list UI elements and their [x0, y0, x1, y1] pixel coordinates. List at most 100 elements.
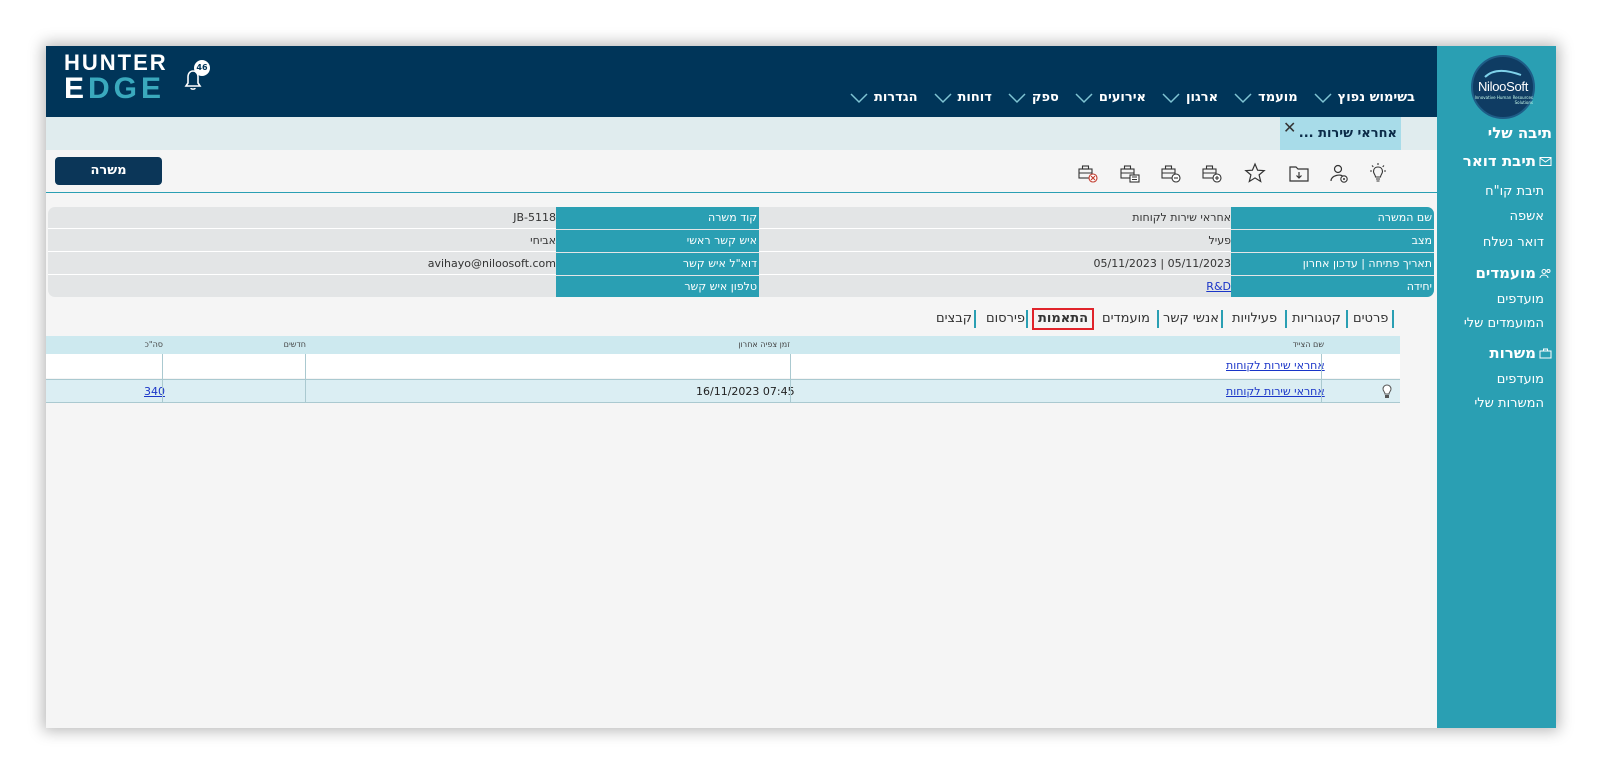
table-row: אחראי שירות לקוחות [46, 354, 1400, 378]
app-window: HUNTER EDGE 46 בשימוש נפוץ מועמד ארגון א… [46, 46, 1556, 728]
right-sidebar: NilooSoft Innovative Human Resources Sol… [1437, 46, 1556, 728]
sidebar-mailbox-header[interactable]: תיבת דואר [1463, 152, 1556, 170]
open-tab-label: אחראי שירות ... [1298, 126, 1397, 141]
last-view-cell: 16/11/2023 07:45 [696, 385, 795, 398]
envelope-icon [1539, 156, 1552, 166]
nav-candidate[interactable]: מועמד [1226, 90, 1306, 105]
folder-download-icon[interactable] [1288, 162, 1310, 184]
column-divider [790, 354, 791, 402]
sidebar-item-cv-inbox[interactable]: תיבת קו"ח [1485, 184, 1544, 199]
column-divider [162, 354, 163, 402]
star-icon[interactable] [1244, 162, 1266, 184]
tab-files[interactable]: קבצים [936, 308, 972, 330]
main-nav: בשימוש נפוץ מועמד ארגון אירועים ספק דוחו… [842, 90, 1423, 105]
col-agent-name[interactable]: שם הצייד [1293, 336, 1324, 354]
tab-matches[interactable]: התאמות [1032, 308, 1095, 330]
tab-contacts[interactable]: אנשי קשר [1163, 308, 1219, 330]
job-code-label: קוד משרה [556, 207, 759, 229]
chevron-down-icon [1075, 92, 1093, 103]
open-tabs-strip: אחראי שירות ... ✕ [46, 117, 1437, 150]
sidebar-item-my-candidates[interactable]: המועמדים שלי [1464, 316, 1544, 331]
details-row: מצב פעיל איש קשר ראשי אביחי [48, 230, 1434, 252]
job-name-value: אחראי שירות לקוחות [1132, 211, 1231, 224]
sidebar-item-my-jobs[interactable]: המשרות שלי [1474, 396, 1544, 411]
tab-candidates[interactable]: מועמדים [1102, 308, 1150, 330]
close-icon[interactable]: ✕ [1283, 118, 1296, 137]
job-edit-icon[interactable] [1119, 162, 1141, 184]
tab-divider [1221, 310, 1223, 328]
matches-table-header: שם הצייד זמן צפיה אחרון חדשים סה"כ [46, 336, 1400, 354]
job-minus-icon[interactable] [1160, 162, 1182, 184]
status-label: מצב [1231, 230, 1434, 252]
tab-divider [1026, 310, 1028, 328]
nav-settings[interactable]: הגדרות [842, 90, 926, 105]
chevron-down-icon [1314, 92, 1332, 103]
sidebar-item-candidate-favorites[interactable]: מועדפים [1497, 292, 1544, 307]
briefcase-icon [1539, 348, 1552, 358]
column-divider [305, 354, 306, 402]
sidebar-jobs-header[interactable]: משרות [1489, 344, 1556, 362]
tab-divider [974, 310, 976, 328]
unit-link[interactable]: R&D [1206, 280, 1231, 293]
nav-common-use[interactable]: בשימוש נפוץ [1306, 90, 1423, 105]
chevron-down-icon [1234, 92, 1252, 103]
sidebar-my-inbox[interactable]: תיבה שלי [1488, 124, 1556, 142]
job-button[interactable]: משרה [55, 157, 162, 185]
sidebar-item-sent[interactable]: דואר נשלח [1483, 235, 1544, 250]
wave-icon [1484, 69, 1522, 78]
agent-name-link[interactable]: אחראי שירות לקוחות [1226, 385, 1325, 398]
contact-email-label: דוא"ל איש קשר [556, 253, 759, 275]
details-row: שם המשרה אחראי שירות לקוחות קוד משרה JB-… [48, 207, 1434, 229]
col-new[interactable]: חדשים [284, 336, 306, 354]
user-settings-icon[interactable] [1328, 162, 1350, 184]
sidebar-item-job-favorites[interactable]: מועדפים [1497, 372, 1544, 387]
details-row: יחידה R&D טלפון איש קשר [48, 276, 1434, 297]
lightbulb-icon[interactable] [1380, 383, 1394, 401]
tab-categories[interactable]: קטגוריות [1292, 308, 1341, 330]
col-last-view[interactable]: זמן צפיה אחרון [738, 336, 790, 354]
niloosoft-logo[interactable]: NilooSoft Innovative Human Resources Sol… [1471, 55, 1535, 119]
dates-label: תאריך פתיחה | עדכון אחרון [1231, 253, 1434, 275]
tab-publishing[interactable]: פירסום [986, 308, 1025, 330]
dates-value: 05/11/2023 | 05/11/2023 [1093, 257, 1231, 270]
tab-activities[interactable]: פעילויות [1232, 308, 1277, 330]
unit-label: יחידה [1231, 276, 1434, 297]
job-code-value: JB-5118 [513, 211, 556, 224]
sidebar-candidates-header[interactable]: מועמדים [1475, 264, 1556, 282]
tab-divider [1346, 310, 1348, 328]
open-tab-job[interactable]: אחראי שירות ... ✕ [1280, 117, 1401, 150]
job-name-label: שם המשרה [1231, 207, 1434, 229]
sidebar-item-trash[interactable]: אשפה [1509, 209, 1544, 224]
nav-events[interactable]: אירועים [1067, 90, 1154, 105]
tab-divider [1392, 310, 1394, 328]
hunter-edge-logo[interactable]: HUNTER EDGE [64, 52, 168, 104]
main-contact-label: איש קשר ראשי [556, 230, 759, 252]
contact-phone-value [86, 276, 556, 297]
tab-details[interactable]: פרטים [1353, 308, 1388, 330]
main-contact-value: אביחי [530, 234, 556, 247]
job-delete-icon[interactable] [1077, 162, 1099, 184]
details-row: תאריך פתיחה | עדכון אחרון 05/11/2023 | 0… [48, 253, 1434, 275]
nav-reports[interactable]: דוחות [926, 90, 1000, 105]
table-row: אחראי שירות לקוחות 16/11/2023 07:45 340 [46, 379, 1400, 403]
contact-email-value: avihayo@niloosoft.com [427, 257, 556, 270]
chevron-down-icon [1008, 92, 1026, 103]
col-total[interactable]: סה"כ [145, 336, 163, 354]
tab-divider [1285, 310, 1287, 328]
unit-value: R&D [761, 276, 1231, 297]
column-divider [1321, 354, 1322, 402]
chevron-down-icon [934, 92, 952, 103]
lightbulb-icon[interactable] [1367, 162, 1389, 184]
logo-line1: HUNTER [64, 50, 168, 75]
job-details-panel: שם המשרה אחראי שירות לקוחות קוד משרה JB-… [48, 207, 1434, 297]
agent-name-link[interactable]: אחראי שירות לקוחות [1226, 359, 1325, 372]
nav-supplier[interactable]: ספק [1000, 90, 1067, 105]
agent-name-cell: אחראי שירות לקוחות [1226, 380, 1325, 404]
nav-organization[interactable]: ארגון [1154, 90, 1226, 105]
tab-divider [1157, 310, 1159, 328]
agent-name-cell: אחראי שירות לקוחות [1226, 354, 1325, 378]
users-icon [1539, 268, 1551, 278]
chevron-down-icon [850, 92, 868, 103]
contact-phone-label: טלפון איש קשר [556, 276, 759, 297]
job-add-icon[interactable] [1201, 162, 1223, 184]
